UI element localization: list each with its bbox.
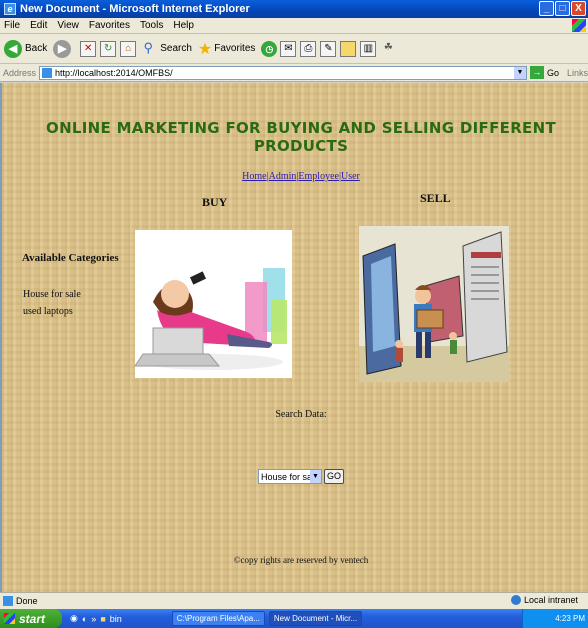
quick-launch: ◉ ◐ » ■ bin	[70, 613, 126, 624]
address-input[interactable]: http://localhost:2014/OMFBS/ ▼	[39, 65, 527, 80]
category-item[interactable]: House for sale	[23, 286, 81, 303]
links-button[interactable]: Links	[567, 68, 588, 78]
search-go-button[interactable]: GO	[324, 469, 345, 484]
menu-tools[interactable]: Tools	[140, 20, 163, 31]
nav-home[interactable]: Home	[242, 171, 266, 182]
search-label: Search	[160, 43, 192, 54]
copyright-footer: ©copy rights are reserved by ventech	[233, 555, 369, 565]
nav-employee[interactable]: Employee	[298, 171, 339, 182]
buy-image	[135, 230, 292, 378]
back-button[interactable]: ◀ Back	[4, 39, 48, 58]
media-quicklaunch-icon[interactable]: ◐	[82, 614, 87, 624]
back-arrow-icon: ◀	[4, 39, 22, 58]
forward-button[interactable]: ▶	[53, 39, 74, 58]
ie-quicklaunch-icon[interactable]: ◉	[70, 613, 78, 624]
menu-help[interactable]: Help	[173, 20, 194, 31]
menu-bar: File Edit View Favorites Tools Help	[0, 18, 588, 34]
menu-favorites[interactable]: Favorites	[89, 20, 130, 31]
search-icon: ⚲	[143, 39, 153, 55]
browser-window: e New Document - Microsoft Internet Expl…	[0, 0, 588, 628]
back-label: Back	[25, 43, 48, 54]
home-icon[interactable]: ⌂	[120, 40, 137, 57]
category-select[interactable]: House for sale ▼	[258, 469, 322, 484]
start-button[interactable]: start	[0, 609, 62, 628]
category-item[interactable]: used laptops	[23, 303, 81, 320]
categories-list: House for sale used laptops	[23, 286, 81, 320]
address-label: Address	[3, 67, 37, 78]
folder-quicklaunch-icon[interactable]: ■	[100, 614, 105, 624]
nav-links: Home|Admin|Employee|User	[2, 171, 588, 182]
page-done-icon	[3, 596, 13, 606]
status-text: Done	[16, 596, 38, 606]
status-bar: Done Local intranet	[0, 592, 588, 609]
security-zone: Local intranet	[510, 595, 578, 605]
research-icon[interactable]: ▥	[360, 40, 377, 57]
minimize-button[interactable]: _	[539, 1, 554, 16]
sell-title: SELL	[420, 191, 451, 205]
taskbar-item-active[interactable]: New Document - Micr...	[268, 611, 363, 626]
favorites-label: Favorites	[214, 43, 256, 54]
page-icon	[42, 67, 53, 78]
more-quicklaunch-icon[interactable]: »	[91, 614, 96, 624]
mail-icon[interactable]: ✉	[280, 40, 297, 57]
sell-image	[359, 226, 509, 382]
page-content: ONLINE MARKETING FOR BUYING AND SELLING …	[0, 83, 588, 592]
favorites-star-icon: ★	[197, 40, 213, 58]
go-label: Go	[546, 67, 559, 78]
go-arrow-icon: →	[529, 66, 544, 79]
system-tray: 4:23 PM	[522, 609, 588, 628]
buy-title: BUY	[202, 195, 228, 209]
address-url: http://localhost:2014/OMFBS/	[55, 67, 173, 78]
close-button[interactable]: X	[571, 1, 586, 16]
start-label: start	[19, 611, 46, 626]
tray-clock: 4:23 PM	[555, 614, 585, 623]
ie-logo-icon: e	[4, 3, 16, 15]
search-label: Search Data:	[275, 409, 327, 420]
maximize-button[interactable]: □	[555, 1, 570, 16]
address-dropdown-icon[interactable]: ▼	[513, 66, 526, 79]
stop-icon[interactable]: ✕	[80, 40, 97, 57]
favorites-button[interactable]: ★ Favorites	[198, 39, 255, 59]
nav-user[interactable]: User	[341, 171, 360, 182]
categories-title: Available Categories	[22, 252, 119, 264]
menu-view[interactable]: View	[57, 20, 79, 31]
forward-arrow-icon: ▶	[53, 39, 72, 58]
search-button[interactable]: ⚲ Search	[140, 39, 192, 57]
title-bar: e New Document - Microsoft Internet Expl…	[0, 0, 588, 18]
menu-edit[interactable]: Edit	[30, 20, 47, 31]
refresh-icon[interactable]: ↻	[100, 40, 117, 57]
page-heading: ONLINE MARKETING FOR BUYING AND SELLING …	[46, 119, 556, 155]
windows-flag-icon	[4, 613, 15, 624]
taskbar: start ◉ ◐ » ■ bin C:\Program Files\Apa..…	[0, 609, 588, 628]
address-bar: Address http://localhost:2014/OMFBS/ ▼ →…	[0, 64, 588, 82]
intranet-globe-icon	[510, 595, 521, 605]
edit-icon[interactable]: ✎	[320, 40, 337, 57]
chevron-down-icon: ▼	[310, 470, 321, 483]
toolbar: ◀ Back ▶ ✕ ↻ ⌂ ⚲ Search ★ Favorites ◷ ✉ …	[0, 34, 588, 64]
messenger-icon[interactable]: ☘	[380, 41, 396, 57]
window-controls: _ □ X	[539, 1, 586, 16]
taskbar-item[interactable]: C:\Program Files\Apa...	[171, 611, 265, 626]
menu-file[interactable]: File	[4, 20, 20, 31]
history-icon[interactable]: ◷	[261, 40, 278, 57]
go-button[interactable]: → Go	[529, 66, 559, 79]
nav-admin[interactable]: Admin	[269, 171, 297, 182]
print-icon[interactable]: ⎙	[300, 40, 317, 57]
search-form: House for sale ▼ GO	[258, 469, 345, 484]
window-title: New Document - Microsoft Internet Explor…	[20, 3, 250, 15]
folder-icon[interactable]	[340, 40, 357, 57]
windows-logo-icon	[572, 19, 586, 32]
zone-label: Local intranet	[523, 595, 578, 605]
quick-folder-label[interactable]: bin	[110, 614, 122, 624]
